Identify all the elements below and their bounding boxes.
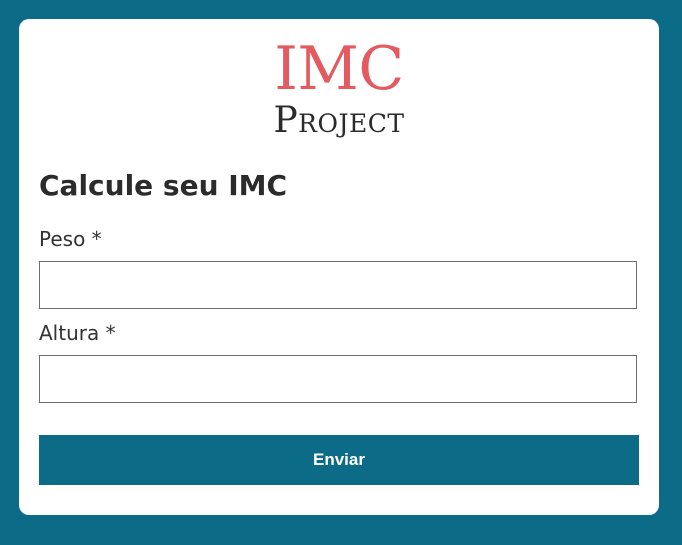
form-title: Calcule seu IMC xyxy=(39,169,288,202)
logo-sub-text: Project xyxy=(273,100,405,141)
peso-input[interactable] xyxy=(39,261,637,309)
altura-label: Altura * xyxy=(39,321,116,345)
logo-main-text: IMC xyxy=(274,34,404,104)
imc-project-logo: IMC Project xyxy=(19,39,659,143)
altura-input[interactable] xyxy=(39,355,637,403)
form-card: IMC Project Calcule seu IMC Peso * Altur… xyxy=(19,19,659,515)
submit-button[interactable]: Enviar xyxy=(39,435,639,485)
peso-label: Peso * xyxy=(39,227,102,251)
